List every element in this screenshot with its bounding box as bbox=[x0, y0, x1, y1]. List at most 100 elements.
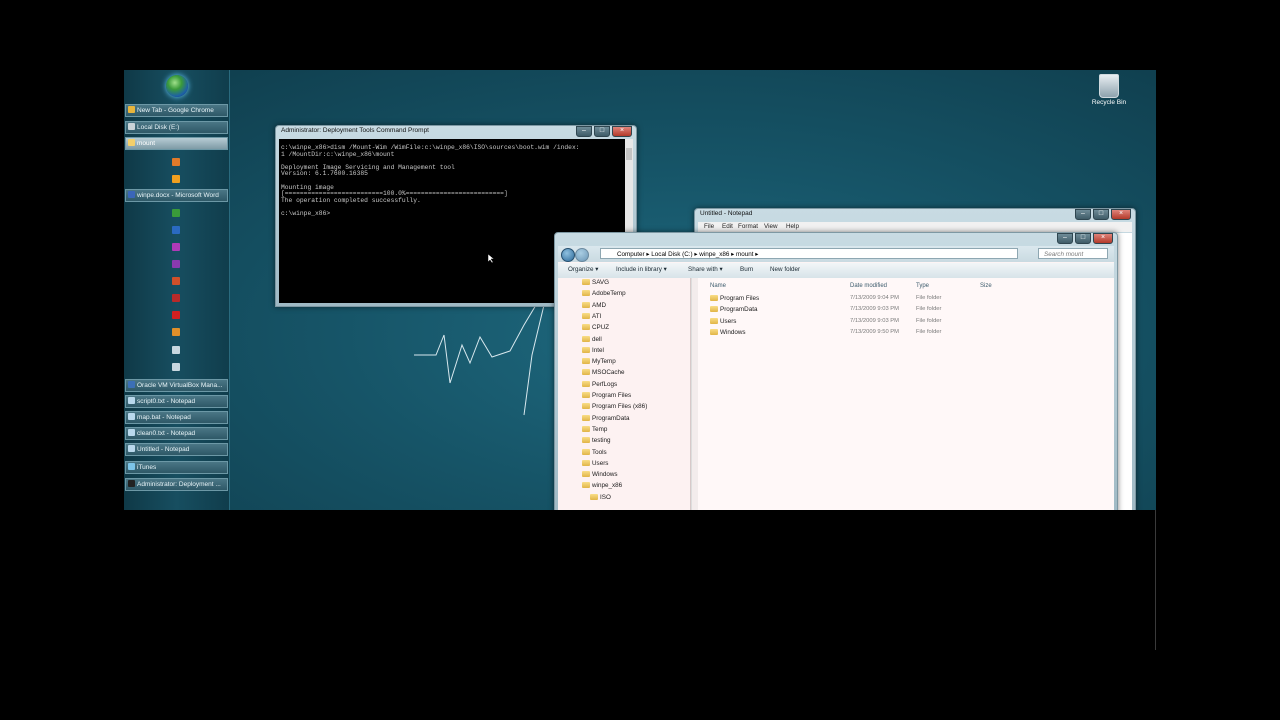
notepad-icon bbox=[128, 445, 135, 452]
taskbar-item[interactable]: winpe.docx - Microsoft Word bbox=[125, 189, 228, 202]
back-button[interactable] bbox=[561, 248, 575, 262]
taskbar-item[interactable]: clean0.txt - Notepad bbox=[125, 427, 228, 440]
clock-icon[interactable] bbox=[172, 346, 180, 354]
nav-tree-item[interactable]: dell bbox=[582, 335, 602, 343]
taskbar-item[interactable]: map.bat - Notepad bbox=[125, 411, 228, 424]
nav-tree-item[interactable]: SAVG bbox=[582, 279, 609, 286]
close-button[interactable]: × bbox=[612, 126, 632, 137]
nav-tree-item[interactable]: MSOCache bbox=[582, 369, 625, 376]
nav-tree-item[interactable]: Program Files bbox=[582, 392, 631, 399]
vlc-icon[interactable] bbox=[172, 175, 180, 183]
toolbar-button[interactable]: Burn bbox=[740, 266, 753, 273]
nav-item-label: Temp bbox=[592, 425, 608, 433]
folder-icon bbox=[582, 448, 590, 455]
toolbar-button[interactable]: Include in library ▾ bbox=[616, 266, 667, 273]
minimize-button[interactable]: – bbox=[1075, 209, 1091, 220]
nav-item-label: ProgramData bbox=[592, 414, 630, 422]
drive-icon bbox=[128, 123, 135, 130]
taskbar-item[interactable]: Untitled - Notepad bbox=[125, 443, 228, 456]
toolbar-button[interactable]: Organize ▾ bbox=[568, 266, 598, 273]
folder-icon bbox=[582, 437, 590, 444]
folder-icon bbox=[582, 369, 590, 376]
search-input[interactable]: Search mount bbox=[1038, 248, 1108, 259]
nav-tree-item[interactable]: MyTemp bbox=[582, 358, 616, 365]
globe-icon[interactable] bbox=[172, 363, 180, 371]
address-bar[interactable]: Computer ▸ Local Disk (C:) ▸ winpe_x86 ▸… bbox=[600, 248, 1018, 259]
maximize-button[interactable]: □ bbox=[1075, 233, 1091, 244]
toolbar-button[interactable]: Share with ▾ bbox=[688, 266, 723, 273]
menu-item[interactable]: Format bbox=[738, 223, 758, 230]
minimize-button[interactable]: – bbox=[576, 126, 592, 137]
recycle-bin[interactable]: Recycle Bin bbox=[1084, 74, 1134, 106]
folder-icon bbox=[582, 290, 590, 297]
file-row[interactable]: Users 7/13/2009 9:03 PM File folder bbox=[698, 317, 1114, 329]
explorer-window[interactable]: – □ × Computer ▸ Local Disk (C:) ▸ winpe… bbox=[554, 232, 1118, 510]
nav-tree-item[interactable]: winpe_x86 bbox=[582, 482, 622, 489]
nav-item-label: Program Files (x86) bbox=[592, 403, 648, 411]
menu-item[interactable]: File bbox=[704, 223, 714, 230]
taskbar-item[interactable]: script0.txt - Notepad bbox=[125, 395, 228, 408]
column-header[interactable]: Name bbox=[710, 283, 726, 289]
toolbar-button[interactable]: New folder bbox=[770, 266, 800, 273]
nav-tree-item[interactable]: Program Files (x86) bbox=[582, 403, 647, 410]
maximize-button[interactable]: □ bbox=[594, 126, 610, 137]
nav-tree-item[interactable]: AdobeTemp bbox=[582, 290, 626, 297]
access-icon[interactable] bbox=[172, 294, 180, 302]
itunes-icon bbox=[128, 463, 135, 470]
taskbar-item-label: script0.txt - Notepad bbox=[137, 398, 196, 405]
onenote-icon[interactable] bbox=[172, 243, 180, 251]
file-name-label: Program Files bbox=[720, 295, 760, 302]
nav-item-label: PerfLogs bbox=[592, 380, 618, 388]
outlook-icon[interactable] bbox=[172, 226, 180, 234]
recycle-bin-icon bbox=[1099, 74, 1119, 98]
minimize-button[interactable]: – bbox=[1057, 233, 1073, 244]
folder-icon bbox=[710, 306, 718, 313]
onenote-icon[interactable] bbox=[172, 260, 180, 268]
nav-tree-item[interactable]: ProgramData bbox=[582, 414, 630, 422]
menu-item[interactable]: View bbox=[764, 223, 778, 230]
folder-icon bbox=[582, 403, 590, 410]
file-name-label: ProgramData bbox=[720, 306, 758, 314]
nav-tree-item[interactable]: PerfLogs bbox=[582, 380, 618, 388]
taskbar-item[interactable]: Oracle VM VirtualBox Mana... bbox=[125, 379, 228, 392]
close-button[interactable]: × bbox=[1111, 209, 1131, 220]
file-row[interactable]: ProgramData 7/13/2009 9:03 PM File folder bbox=[698, 306, 1114, 317]
file-row[interactable]: Windows 7/13/2009 9:50 PM File folder bbox=[698, 328, 1114, 340]
scroll-thumb[interactable] bbox=[626, 148, 632, 160]
folder-icon bbox=[582, 425, 590, 432]
nav-tree-item[interactable]: ISO bbox=[590, 493, 611, 501]
maximize-button[interactable]: □ bbox=[1093, 209, 1109, 220]
navigation-pane[interactable]: SAVG AdobeTemp AMD ATI CPUZ dell Intel MyTemp MS… bbox=[558, 278, 691, 510]
word-icon bbox=[128, 191, 135, 198]
nav-tree-item[interactable]: ATI bbox=[582, 312, 601, 320]
taskbar-item[interactable]: mount bbox=[125, 137, 228, 150]
close-button[interactable]: × bbox=[1093, 233, 1113, 244]
nav-tree-item[interactable]: Temp bbox=[582, 425, 608, 433]
file-row[interactable]: Program Files 7/13/2009 9:04 PM File folde… bbox=[698, 295, 1114, 306]
sticky-icon[interactable] bbox=[172, 328, 180, 336]
excel-icon[interactable] bbox=[172, 209, 180, 217]
firefox-icon[interactable] bbox=[172, 158, 180, 166]
taskbar-item-label: New Tab - Google Chrome bbox=[137, 107, 214, 114]
acrobat-icon[interactable] bbox=[172, 311, 180, 319]
nav-tree-item[interactable]: CPUZ bbox=[582, 324, 609, 331]
powerpoint-icon[interactable] bbox=[172, 277, 180, 285]
taskbar-item-label: mount bbox=[137, 140, 156, 147]
nav-tree-item[interactable]: Windows bbox=[582, 471, 618, 478]
taskbar-item[interactable]: Administrator: Deployment ... bbox=[125, 478, 228, 491]
menu-item[interactable]: Edit bbox=[722, 223, 733, 230]
start-button[interactable] bbox=[166, 75, 188, 97]
column-header[interactable]: Date modified bbox=[850, 283, 887, 289]
column-header[interactable]: Size bbox=[980, 283, 992, 289]
nav-tree-item[interactable]: Tools bbox=[582, 448, 607, 456]
nav-tree-item[interactable]: Users bbox=[582, 459, 608, 467]
menu-item[interactable]: Help bbox=[786, 223, 799, 230]
taskbar-item[interactable]: iTunes bbox=[125, 461, 228, 474]
column-header[interactable]: Type bbox=[916, 283, 929, 289]
taskbar-item[interactable]: Local Disk (E:) bbox=[125, 121, 228, 134]
forward-button[interactable] bbox=[575, 248, 589, 262]
nav-tree-item[interactable]: AMD bbox=[582, 301, 606, 309]
taskbar-item[interactable]: New Tab - Google Chrome bbox=[125, 104, 228, 117]
nav-tree-item[interactable]: Intel bbox=[582, 346, 604, 354]
nav-tree-item[interactable]: testing bbox=[582, 437, 611, 444]
